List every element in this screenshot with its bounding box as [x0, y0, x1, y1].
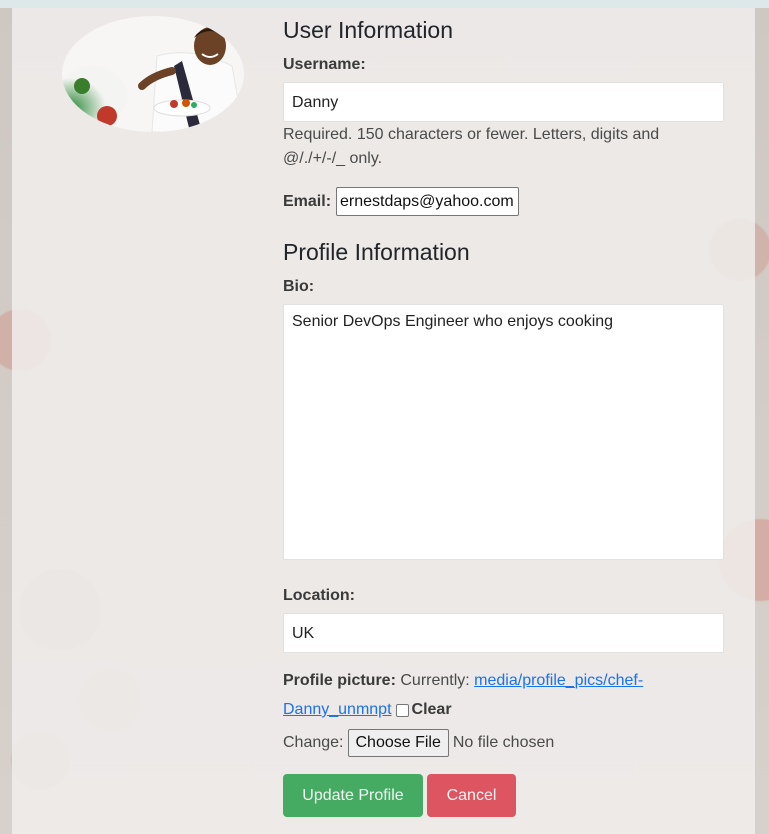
- avatar: [62, 16, 244, 132]
- cancel-button[interactable]: Cancel: [427, 774, 516, 817]
- profile-picture-row: Profile picture: Currently: media/profil…: [283, 672, 643, 690]
- chef-photo-icon: [62, 16, 244, 132]
- email-label: Email:: [283, 192, 332, 210]
- clear-label[interactable]: Clear: [412, 701, 452, 719]
- current-picture-link-continued[interactable]: Danny_unmnpt: [283, 701, 392, 719]
- email-row: Email: ernestdaps@yahoo.com: [283, 187, 520, 216]
- profile-information-heading: Profile Information: [283, 239, 470, 265]
- choose-file-button[interactable]: Choose File: [347, 729, 449, 757]
- user-information-heading: User Information: [283, 17, 454, 43]
- location-input[interactable]: UK: [283, 613, 724, 653]
- email-input[interactable]: ernestdaps@yahoo.com: [336, 187, 520, 216]
- username-input[interactable]: Danny: [283, 82, 724, 122]
- change-picture-row: Change: Choose File No file chosen: [283, 729, 554, 757]
- username-help-text: Required. 150 characters or fewer. Lette…: [283, 126, 660, 167]
- change-label: Change:: [283, 734, 344, 751]
- clear-checkbox[interactable]: [395, 703, 409, 717]
- profile-picture-row-2: Danny_unmnpt Clear: [283, 701, 452, 719]
- update-profile-button[interactable]: Update Profile: [283, 774, 423, 817]
- current-picture-link[interactable]: media/profile_pics/chef-: [474, 672, 643, 689]
- no-file-chosen-text: No file chosen: [452, 734, 555, 751]
- username-label: Username:: [283, 56, 366, 73]
- profile-picture-label: Profile picture:: [283, 672, 396, 689]
- bio-label: Bio:: [283, 278, 315, 295]
- location-label: Location:: [283, 587, 355, 604]
- currently-label: Currently:: [400, 672, 470, 689]
- top-bar: [0, 0, 769, 8]
- bio-textarea[interactable]: Senior DevOps Engineer who enjoys cookin…: [283, 304, 724, 560]
